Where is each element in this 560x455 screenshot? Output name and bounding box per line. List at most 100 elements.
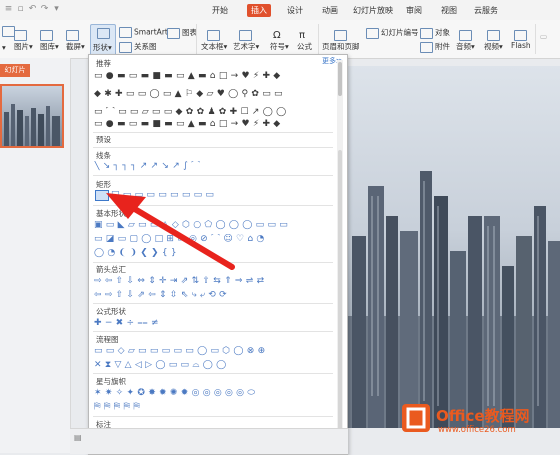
scissors-icon [66, 30, 79, 41]
video-label: 视频 [484, 42, 499, 51]
section-divider [93, 132, 333, 133]
tab-slideshow[interactable]: 幻灯片放映 [349, 4, 397, 17]
audio-button[interactable]: 音频▾ [456, 30, 475, 52]
section-divider [93, 331, 333, 332]
scrollbar-thumb[interactable] [338, 62, 342, 96]
textbox-label: 文本框 [201, 42, 224, 51]
star-shapes-row[interactable]: ✶✷✧✦✪✸✹✺✹◎◎◎◎◎⬭ [94, 388, 334, 399]
line-shapes-row[interactable]: ╲↘┐┐┐↗↗↘↗∫⌒ [94, 161, 334, 172]
shape-label: 形状▾ [93, 43, 112, 52]
object-button[interactable]: 对象 [420, 27, 450, 39]
section-divider [93, 373, 333, 374]
slide-panel-tab[interactable]: 幻灯片 [0, 64, 30, 77]
preset-section-title: 预设 [96, 135, 111, 144]
textbox-icon [207, 30, 220, 41]
tab-cloud[interactable]: 云服务 [470, 4, 502, 17]
banner-shapes-row[interactable]: ⛿⛿⛿⛿⛿ [94, 402, 334, 413]
arrow-shapes-row[interactable]: ⇨⇦⇧⇩⇔⇕✛⇥⇗⇅⇧⇆⇑⇒⇌⇄ [94, 276, 334, 287]
smartart-button[interactable]: SmartArt [119, 27, 168, 38]
title-bar: ≡ ▫ ↶ ↷ ▾ 开始 插入 设计 动画 幻灯片放映 审阅 视图 云服务 [0, 0, 560, 21]
omega-icon: Ω [273, 30, 281, 41]
city-skyline-image [348, 171, 560, 428]
flash-label: Flash [511, 41, 531, 50]
ribbon-separator [318, 24, 319, 54]
symbol-button[interactable]: Ω 符号▾ [270, 30, 289, 52]
header-footer-label: 页眉和页脚 [322, 42, 360, 51]
paperclip-icon [420, 41, 433, 53]
more-ribbon-icon[interactable]: ▭ [540, 32, 547, 41]
formula-shapes-row[interactable]: ✚−✖÷⩵≠ [94, 318, 334, 329]
office-logo-icon [402, 404, 430, 432]
header-footer-icon [334, 30, 347, 41]
save-icon[interactable]: ▫ [16, 5, 25, 14]
smartart-icon [119, 27, 132, 38]
wordart-button[interactable]: 艺术字▾ [233, 30, 259, 52]
undo-icon[interactable]: ↶ [28, 5, 37, 14]
ribbon-separator [535, 24, 536, 54]
tab-animation[interactable]: 动画 [318, 4, 342, 17]
recommended-shapes-row[interactable]: ◆✱✚▭▭◯▭▲⚐◆▱♥◯⚲✿▭▭ [94, 89, 334, 100]
section-divider [93, 416, 333, 417]
smartart-label: SmartArt [134, 27, 168, 37]
recommended-shapes-row[interactable]: ▭●▬▭▬■▬▭▲▬⌂□→♥⚡✚◆ [94, 71, 334, 82]
gallery-icon [40, 30, 53, 41]
header-footer-button[interactable]: 页眉和页脚 [322, 30, 360, 52]
watermark-title: Office教程网 [436, 407, 530, 425]
tab-insert[interactable]: 插入 [247, 4, 271, 17]
scrollbar-thumb[interactable] [338, 150, 342, 430]
tab-home[interactable]: 开始 [208, 4, 232, 17]
redo-icon[interactable]: ↷ [40, 5, 49, 14]
flowchart-shapes-row[interactable]: ▭▭◇▱▭▭▭▭▭◯▭⬡◯⊗⊕ [94, 346, 334, 357]
slide-thumbnail[interactable] [0, 84, 64, 148]
audio-label: 音频 [456, 42, 471, 51]
slide-number-label: 幻灯片编号 [381, 28, 419, 37]
picture-button[interactable]: 图片▾ [14, 30, 33, 52]
recommended-section-title: 推荐 [96, 59, 111, 68]
tab-review[interactable]: 审阅 [402, 4, 426, 17]
relation-icon [119, 41, 132, 53]
video-button[interactable]: 视频▾ [484, 30, 503, 52]
lines-section-title: 线条 [96, 151, 111, 160]
status-bar: ▤ [70, 428, 348, 454]
formula-button[interactable]: π 公式 [297, 30, 312, 52]
menu-icon[interactable]: ≡ [4, 5, 13, 14]
relation-button[interactable]: 关系图 [119, 41, 157, 53]
symbol-label: 符号 [270, 42, 285, 51]
watermark-url: www.office26.com [438, 425, 516, 435]
flash-button[interactable]: Flash [511, 30, 531, 50]
slide-canvas[interactable] [348, 66, 560, 428]
object-icon [420, 27, 433, 39]
attachment-button[interactable]: 附件 [420, 41, 450, 53]
formula-shapes-section-title: 公式形状 [96, 307, 126, 316]
gallery-button[interactable]: 图库▾ [40, 30, 59, 52]
chart-button[interactable]: 图表 [167, 27, 197, 39]
screenshot-button[interactable]: 截屏▾ [66, 30, 85, 52]
section-divider [93, 147, 333, 148]
audio-icon [459, 30, 472, 41]
red-pointer-arrow [106, 193, 235, 270]
wordart-icon [239, 30, 252, 41]
shape-button[interactable]: 形状▾ [90, 24, 116, 56]
tab-view[interactable]: 视图 [437, 4, 461, 17]
recommended-shapes-row[interactable]: ▭●▬▭▬■▬▭▲▬⌂□→♥⚡✚◆ [94, 119, 334, 130]
table-label-button[interactable]: ▾ [2, 43, 6, 52]
arrow-shapes-row[interactable]: ⇦⇨⇧⇩⇗⇦⇕⇳⇖⤷⤶⟲⟳ [94, 290, 334, 301]
shape-icon [97, 28, 110, 39]
relation-label: 关系图 [134, 42, 157, 51]
gallery-label: 图库 [40, 42, 55, 51]
dropdown-icon[interactable]: ▾ [52, 5, 61, 14]
slide-number-button[interactable]: 幻灯片编号 [366, 27, 419, 39]
flowchart-shapes-row[interactable]: ✕⧗▽△◁▷◯▭▭⌓◯◯ [94, 360, 334, 371]
recommended-shapes-row[interactable]: ▭⌒▭▭▱▭▭◆✿✿♟✿✚☐↗◯◯ [94, 107, 334, 118]
tab-design[interactable]: 设计 [283, 4, 307, 17]
object-label: 对象 [435, 28, 450, 37]
textbox-button[interactable]: 文本框▾ [201, 30, 227, 52]
city-thumbnail-image [4, 104, 60, 146]
ribbon-separator [196, 24, 197, 54]
picture-icon [14, 30, 27, 41]
section-divider [93, 175, 333, 176]
notes-icon[interactable]: ▤ [74, 433, 82, 442]
attachment-label: 附件 [435, 42, 450, 51]
wordart-label: 艺术字 [233, 42, 256, 51]
section-divider [93, 303, 333, 304]
